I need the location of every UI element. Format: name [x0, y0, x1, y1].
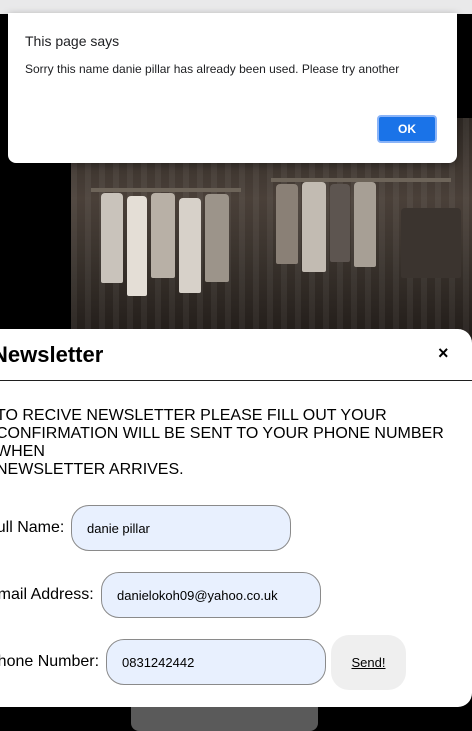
clothing-rack [91, 188, 241, 192]
browser-top-strip [0, 0, 472, 14]
email-address-label: Email Address: [0, 586, 94, 603]
garment [276, 184, 298, 264]
email-address-input[interactable] [101, 572, 321, 618]
garment [151, 193, 175, 278]
description-line: TO RECIVE NEWSLETTER PLEASE FILL OUT YOU… [0, 407, 387, 424]
full-name-input[interactable] [71, 505, 291, 551]
garment [354, 182, 376, 267]
newsletter-description: TO RECIVE NEWSLETTER PLEASE FILL OUT YOU… [0, 407, 456, 479]
modal-header: Newsletter × [0, 329, 472, 381]
garment [330, 184, 350, 262]
description-line: WHEN [0, 443, 45, 460]
garment [127, 196, 147, 296]
modal-title: Newsletter [0, 342, 104, 367]
garment [302, 182, 326, 272]
garment [179, 198, 201, 293]
garment [205, 194, 229, 282]
alert-message: Sorry this name danie pillar has already… [25, 62, 400, 76]
newsletter-modal: Newsletter × TO RECIVE NEWSLETTER PLEASE… [0, 329, 472, 707]
alert-title: This page says [25, 33, 120, 49]
close-icon[interactable]: × [438, 343, 449, 363]
garment [101, 193, 123, 283]
phone-number-label: Phone Number: [0, 653, 100, 670]
description-line: CONFIRMATION WILL BE SENT TO YOUR PHONE … [0, 425, 444, 442]
alert-dialog: This page says Sorry this name danie pil… [8, 13, 457, 163]
send-button[interactable]: Send! [331, 635, 406, 690]
display-table [401, 208, 461, 278]
phone-number-input[interactable] [106, 639, 326, 685]
alert-ok-button[interactable]: OK [377, 115, 437, 143]
full-name-label: Full Name: [0, 519, 65, 536]
description-line: NEWSLETTER ARRIVES. [0, 461, 184, 478]
